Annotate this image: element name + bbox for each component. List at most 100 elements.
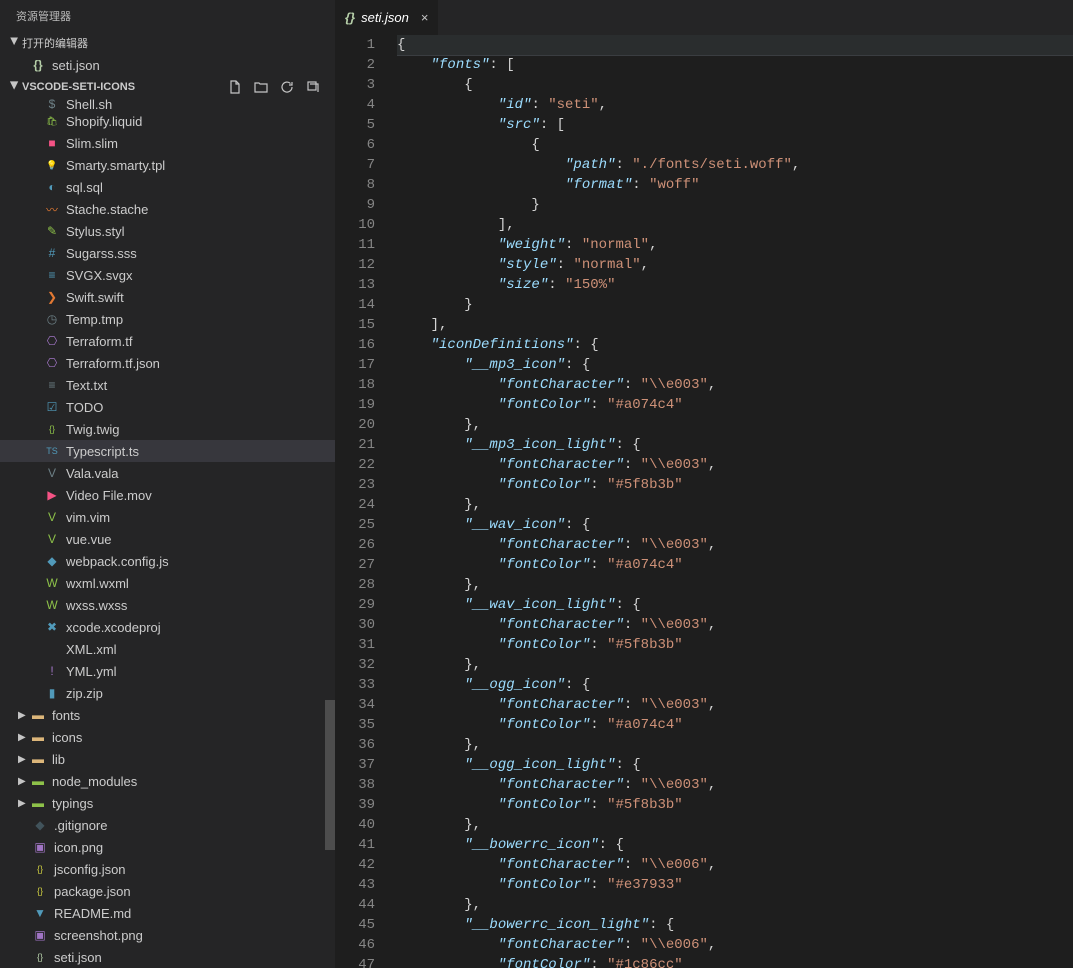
code-line[interactable]: "fontCharacter": "\\e006", [397, 935, 1073, 955]
code-line[interactable]: "fontColor": "#a074c4" [397, 715, 1073, 735]
file-item[interactable]: ✎Stylus.styl [0, 220, 335, 242]
code-line[interactable]: "fonts": [ [397, 55, 1073, 75]
scrollbar-thumb[interactable] [325, 700, 335, 850]
new-file-icon[interactable] [227, 79, 243, 95]
file-item[interactable]: ❯Swift.swift [0, 286, 335, 308]
code-line[interactable]: "fontCharacter": "\\e003", [397, 695, 1073, 715]
file-item[interactable]: ≡Text.txt [0, 374, 335, 396]
collapse-all-icon[interactable] [305, 79, 321, 95]
new-folder-icon[interactable] [253, 79, 269, 95]
code-line[interactable]: ], [397, 215, 1073, 235]
file-item[interactable]: 🛍Shopify.liquid [0, 110, 335, 132]
code-line[interactable]: "fontColor": "#1c86cc" [397, 955, 1073, 968]
code-line[interactable]: "fontCharacter": "\\e003", [397, 375, 1073, 395]
file-item[interactable]: XML.xml [0, 638, 335, 660]
code-line[interactable]: "__bowerrc_icon": { [397, 835, 1073, 855]
file-tree[interactable]: $Shell.sh🛍Shopify.liquid■Slim.slim💡Smart… [0, 98, 335, 968]
code-line[interactable]: }, [397, 815, 1073, 835]
refresh-icon[interactable] [279, 79, 295, 95]
code-line[interactable]: } [397, 195, 1073, 215]
code-content[interactable]: { "fonts": [ { "id": "seti", "src": [ { … [397, 35, 1073, 968]
file-item[interactable]: ■Slim.slim [0, 132, 335, 154]
file-item[interactable]: Wwxss.wxss [0, 594, 335, 616]
file-item[interactable]: {}Twig.twig [0, 418, 335, 440]
file-item[interactable]: ◆.gitignore [0, 814, 335, 836]
code-line[interactable]: "__ogg_icon": { [397, 675, 1073, 695]
file-item[interactable]: ⎔Terraform.tf [0, 330, 335, 352]
code-line[interactable]: }, [397, 415, 1073, 435]
open-editor-item[interactable]: {}seti.json [0, 54, 335, 76]
file-item[interactable]: ▣screenshot.png [0, 924, 335, 946]
code-line[interactable]: "fontColor": "#e37933" [397, 875, 1073, 895]
code-line[interactable]: "__mp3_icon": { [397, 355, 1073, 375]
code-line[interactable]: "id": "seti", [397, 95, 1073, 115]
code-line[interactable]: "fontCharacter": "\\e003", [397, 615, 1073, 635]
file-item[interactable]: {}jsconfig.json [0, 858, 335, 880]
file-item[interactable]: ▼README.md [0, 902, 335, 924]
code-line[interactable]: "format": "woff" [397, 175, 1073, 195]
file-item[interactable]: {}seti.json [0, 946, 335, 968]
close-icon[interactable]: × [421, 10, 429, 25]
code-line[interactable]: "fontColor": "#5f8b3b" [397, 635, 1073, 655]
code-line[interactable]: "fontCharacter": "\\e003", [397, 535, 1073, 555]
code-line[interactable]: }, [397, 655, 1073, 675]
code-line[interactable]: "fontColor": "#a074c4" [397, 395, 1073, 415]
folder-item[interactable]: ▶▬typings [0, 792, 335, 814]
workspace-header[interactable]: ▶ VSCODE-SETI-ICONS [0, 76, 335, 98]
code-line[interactable]: "style": "normal", [397, 255, 1073, 275]
code-line[interactable]: "fontCharacter": "\\e006", [397, 855, 1073, 875]
code-line[interactable]: "iconDefinitions": { [397, 335, 1073, 355]
file-item[interactable]: 💡Smarty.smarty.tpl [0, 154, 335, 176]
code-line[interactable]: }, [397, 895, 1073, 915]
code-line[interactable]: }, [397, 575, 1073, 595]
open-editors-header[interactable]: ▶ 打开的编辑器 [0, 32, 335, 54]
file-item[interactable]: Vvue.vue [0, 528, 335, 550]
code-line[interactable]: "path": "./fonts/seti.woff", [397, 155, 1073, 175]
code-line[interactable]: { [397, 75, 1073, 95]
file-item[interactable]: ▣icon.png [0, 836, 335, 858]
file-item[interactable]: ⎔Terraform.tf.json [0, 352, 335, 374]
code-line[interactable]: "__wav_icon": { [397, 515, 1073, 535]
file-item[interactable]: ◐sql.sql [0, 176, 335, 198]
file-item[interactable]: #Sugarss.sss [0, 242, 335, 264]
code-line[interactable]: }, [397, 495, 1073, 515]
code-line[interactable]: "size": "150%" [397, 275, 1073, 295]
tab-seti-json[interactable]: {} seti.json × [335, 0, 439, 35]
file-item[interactable]: ◷Temp.tmp [0, 308, 335, 330]
code-line[interactable]: "fontCharacter": "\\e003", [397, 455, 1073, 475]
code-line[interactable]: }, [397, 735, 1073, 755]
code-line[interactable]: { [397, 135, 1073, 155]
code-line[interactable]: "src": [ [397, 115, 1073, 135]
code-line[interactable]: "fontColor": "#a074c4" [397, 555, 1073, 575]
folder-item[interactable]: ▶▬node_modules [0, 770, 335, 792]
code-line[interactable]: ], [397, 315, 1073, 335]
folder-item[interactable]: ▶▬icons [0, 726, 335, 748]
file-item[interactable]: ≡SVGX.svgx [0, 264, 335, 286]
file-item[interactable]: VVala.vala [0, 462, 335, 484]
folder-item[interactable]: ▶▬lib [0, 748, 335, 770]
code-line[interactable]: "__ogg_icon_light": { [397, 755, 1073, 775]
file-item[interactable]: !YML.yml [0, 660, 335, 682]
code-line[interactable]: "__wav_icon_light": { [397, 595, 1073, 615]
file-item[interactable]: ▮zip.zip [0, 682, 335, 704]
file-item[interactable]: ◆webpack.config.js [0, 550, 335, 572]
file-item[interactable]: {}package.json [0, 880, 335, 902]
file-item[interactable]: TSTypescript.ts [0, 440, 335, 462]
file-item[interactable]: 〰Stache.stache [0, 198, 335, 220]
file-item[interactable]: Vvim.vim [0, 506, 335, 528]
code-line[interactable]: { [397, 35, 1073, 55]
code-line[interactable]: "__bowerrc_icon_light": { [397, 915, 1073, 935]
folder-item[interactable]: ▶▬fonts [0, 704, 335, 726]
file-item[interactable]: ☑TODO [0, 396, 335, 418]
file-item[interactable]: ▶Video File.mov [0, 484, 335, 506]
code-line[interactable]: "__mp3_icon_light": { [397, 435, 1073, 455]
file-item[interactable]: $Shell.sh [0, 98, 335, 110]
code-line[interactable]: } [397, 295, 1073, 315]
editor[interactable]: 1234567891011121314151617181920212223242… [335, 35, 1073, 968]
file-item[interactable]: Wwxml.wxml [0, 572, 335, 594]
code-line[interactable]: "weight": "normal", [397, 235, 1073, 255]
code-line[interactable]: "fontCharacter": "\\e003", [397, 775, 1073, 795]
code-line[interactable]: "fontColor": "#5f8b3b" [397, 795, 1073, 815]
file-item[interactable]: ✖xcode.xcodeproj [0, 616, 335, 638]
code-line[interactable]: "fontColor": "#5f8b3b" [397, 475, 1073, 495]
